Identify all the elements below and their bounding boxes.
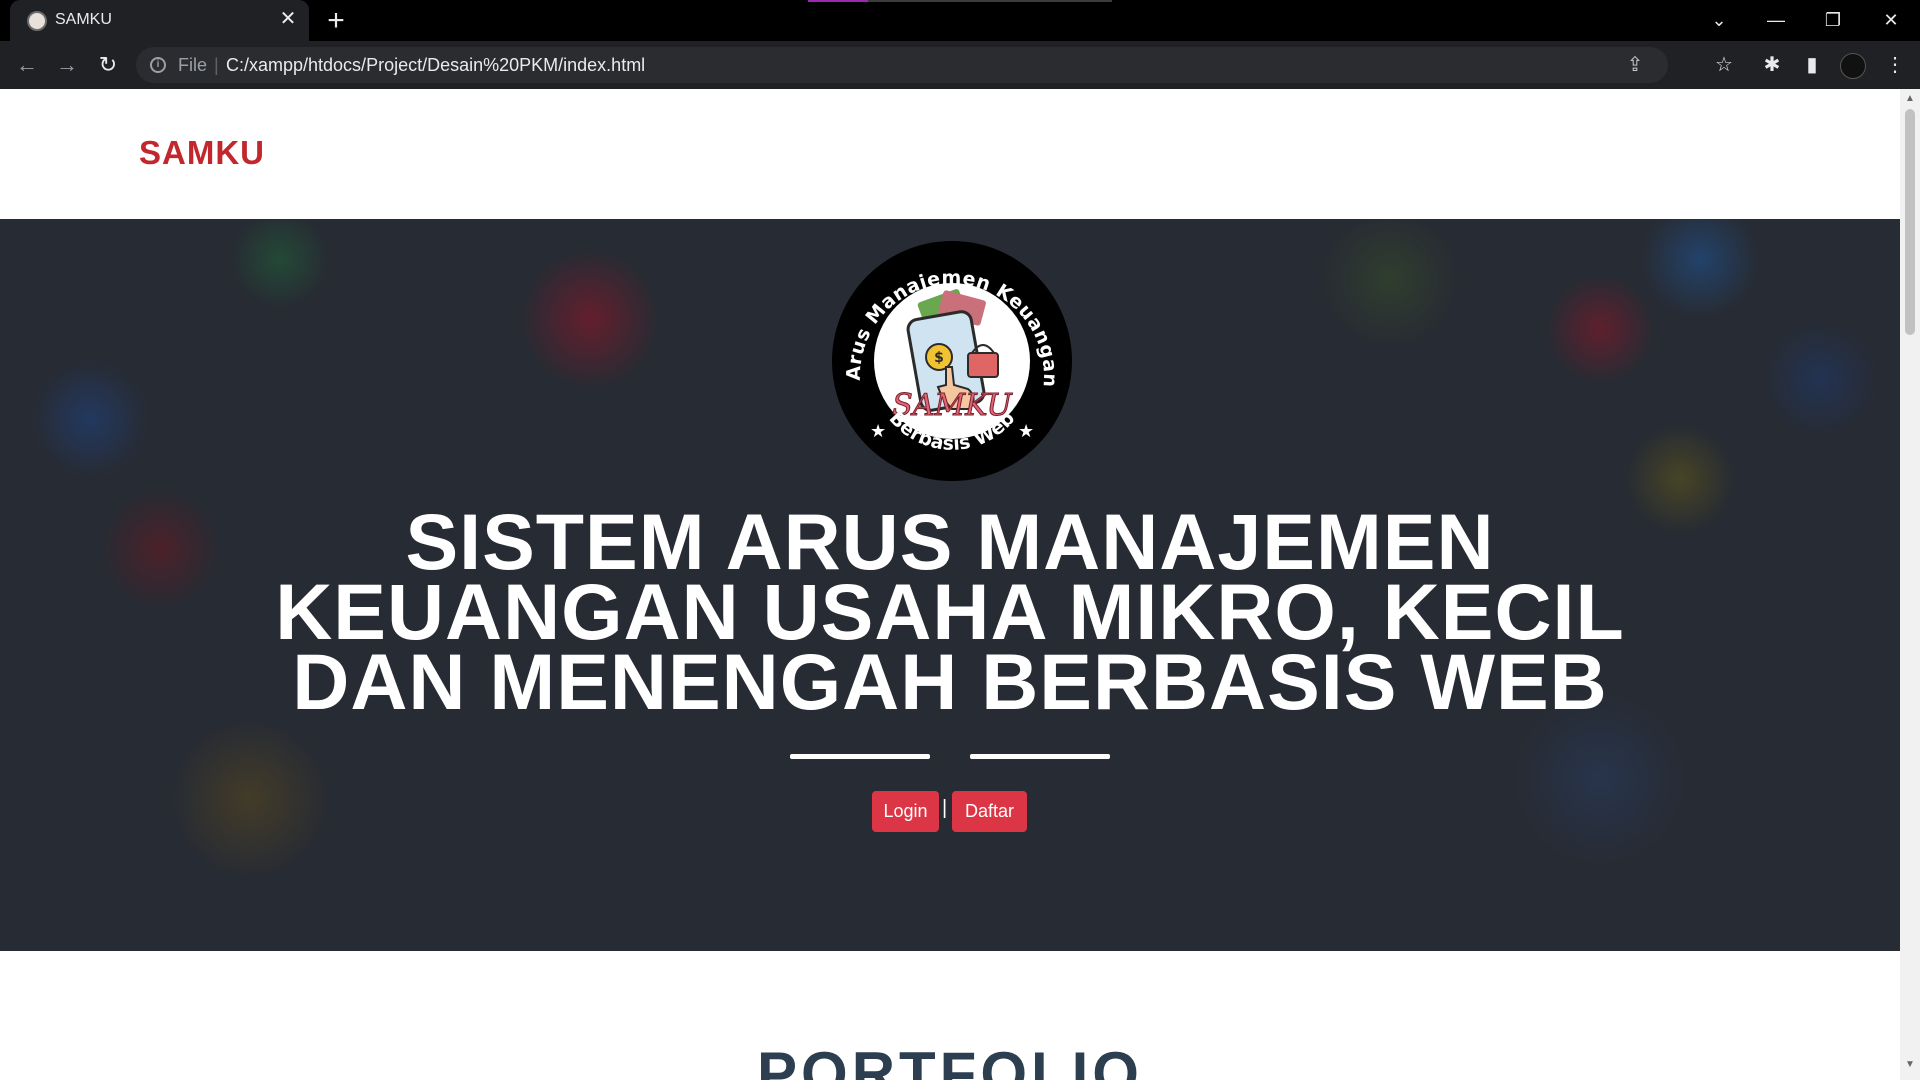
hero-divider-left bbox=[790, 754, 930, 759]
minimize-icon[interactable]: — bbox=[1761, 6, 1791, 34]
close-tab-icon[interactable]: ✕ bbox=[277, 8, 299, 30]
star-icon: ★ bbox=[1018, 421, 1034, 442]
side-panel-icon[interactable]: ▮ bbox=[1797, 50, 1827, 80]
browser-title-bar: SAMKU ✕ + ⌄ — ❐ ✕ bbox=[0, 0, 1920, 41]
scroll-up-icon[interactable]: ▲ bbox=[1905, 93, 1915, 104]
portfolio-heading: PORTFOLIO bbox=[757, 1040, 1143, 1080]
share-icon[interactable]: ⇪ bbox=[1623, 53, 1647, 77]
profile-avatar[interactable] bbox=[1840, 53, 1866, 79]
svg-text:$: $ bbox=[934, 350, 944, 366]
tab-group-indicator bbox=[808, 0, 868, 2]
url-scheme: File bbox=[178, 55, 208, 75]
tab-title: SAMKU bbox=[55, 11, 112, 28]
hero-divider-right bbox=[970, 754, 1110, 759]
site-navbar: SAMKU bbox=[0, 89, 1900, 219]
scroll-thumb[interactable] bbox=[1905, 109, 1915, 335]
back-icon[interactable]: ← bbox=[12, 50, 42, 80]
reload-icon[interactable]: ↻ bbox=[93, 50, 123, 80]
info-icon[interactable]: i bbox=[150, 57, 166, 73]
star-icon: ★ bbox=[870, 421, 886, 442]
login-button[interactable]: Login bbox=[872, 791, 939, 832]
favicon-icon bbox=[27, 11, 47, 31]
new-tab-button[interactable]: + bbox=[322, 6, 350, 36]
samku-logo: $ SAMKU Sistem Arus Manajemen Keuangan U… bbox=[828, 237, 1072, 481]
browser-tab[interactable]: SAMKU ✕ bbox=[10, 0, 309, 41]
tab-strip-edge bbox=[868, 0, 1112, 2]
hero-title: SISTEM ARUS MANAJEMEN KEUANGAN USAHA MIK… bbox=[0, 502, 1900, 726]
address-bar[interactable]: i File | C:/xampp/htdocs/Project/Desain%… bbox=[136, 47, 1668, 83]
tab-search-icon[interactable]: ⌄ bbox=[1704, 6, 1734, 34]
brand-link[interactable]: SAMKU bbox=[139, 134, 265, 172]
extensions-icon[interactable]: ✱ bbox=[1757, 50, 1787, 80]
register-button[interactable]: Daftar bbox=[952, 791, 1027, 832]
url-text[interactable]: C:/xampp/htdocs/Project/Desain%20PKM/ind… bbox=[226, 55, 645, 76]
url-separator: | bbox=[214, 55, 219, 75]
page-viewport: SAMKU $ SAMKU Sistem Arus Manajemen Ke bbox=[0, 89, 1900, 1080]
hero-title-line: DAN MENENGAH BERBASIS WEB bbox=[292, 637, 1608, 726]
button-separator: | bbox=[942, 797, 948, 819]
restore-icon[interactable]: ❐ bbox=[1818, 6, 1848, 34]
browser-toolbar: ← → ↻ i File | C:/xampp/htdocs/Project/D… bbox=[0, 41, 1920, 89]
close-window-icon[interactable]: ✕ bbox=[1876, 6, 1906, 34]
bookmark-star-icon[interactable]: ☆ bbox=[1709, 50, 1739, 80]
scroll-down-icon[interactable]: ▼ bbox=[1905, 1059, 1915, 1070]
hero-section: $ SAMKU Sistem Arus Manajemen Keuangan U… bbox=[0, 219, 1900, 951]
page-scrollbar[interactable]: ▲ ▼ bbox=[1900, 89, 1920, 1080]
menu-icon[interactable]: ⋮ bbox=[1880, 50, 1910, 80]
forward-icon[interactable]: → bbox=[52, 50, 82, 80]
